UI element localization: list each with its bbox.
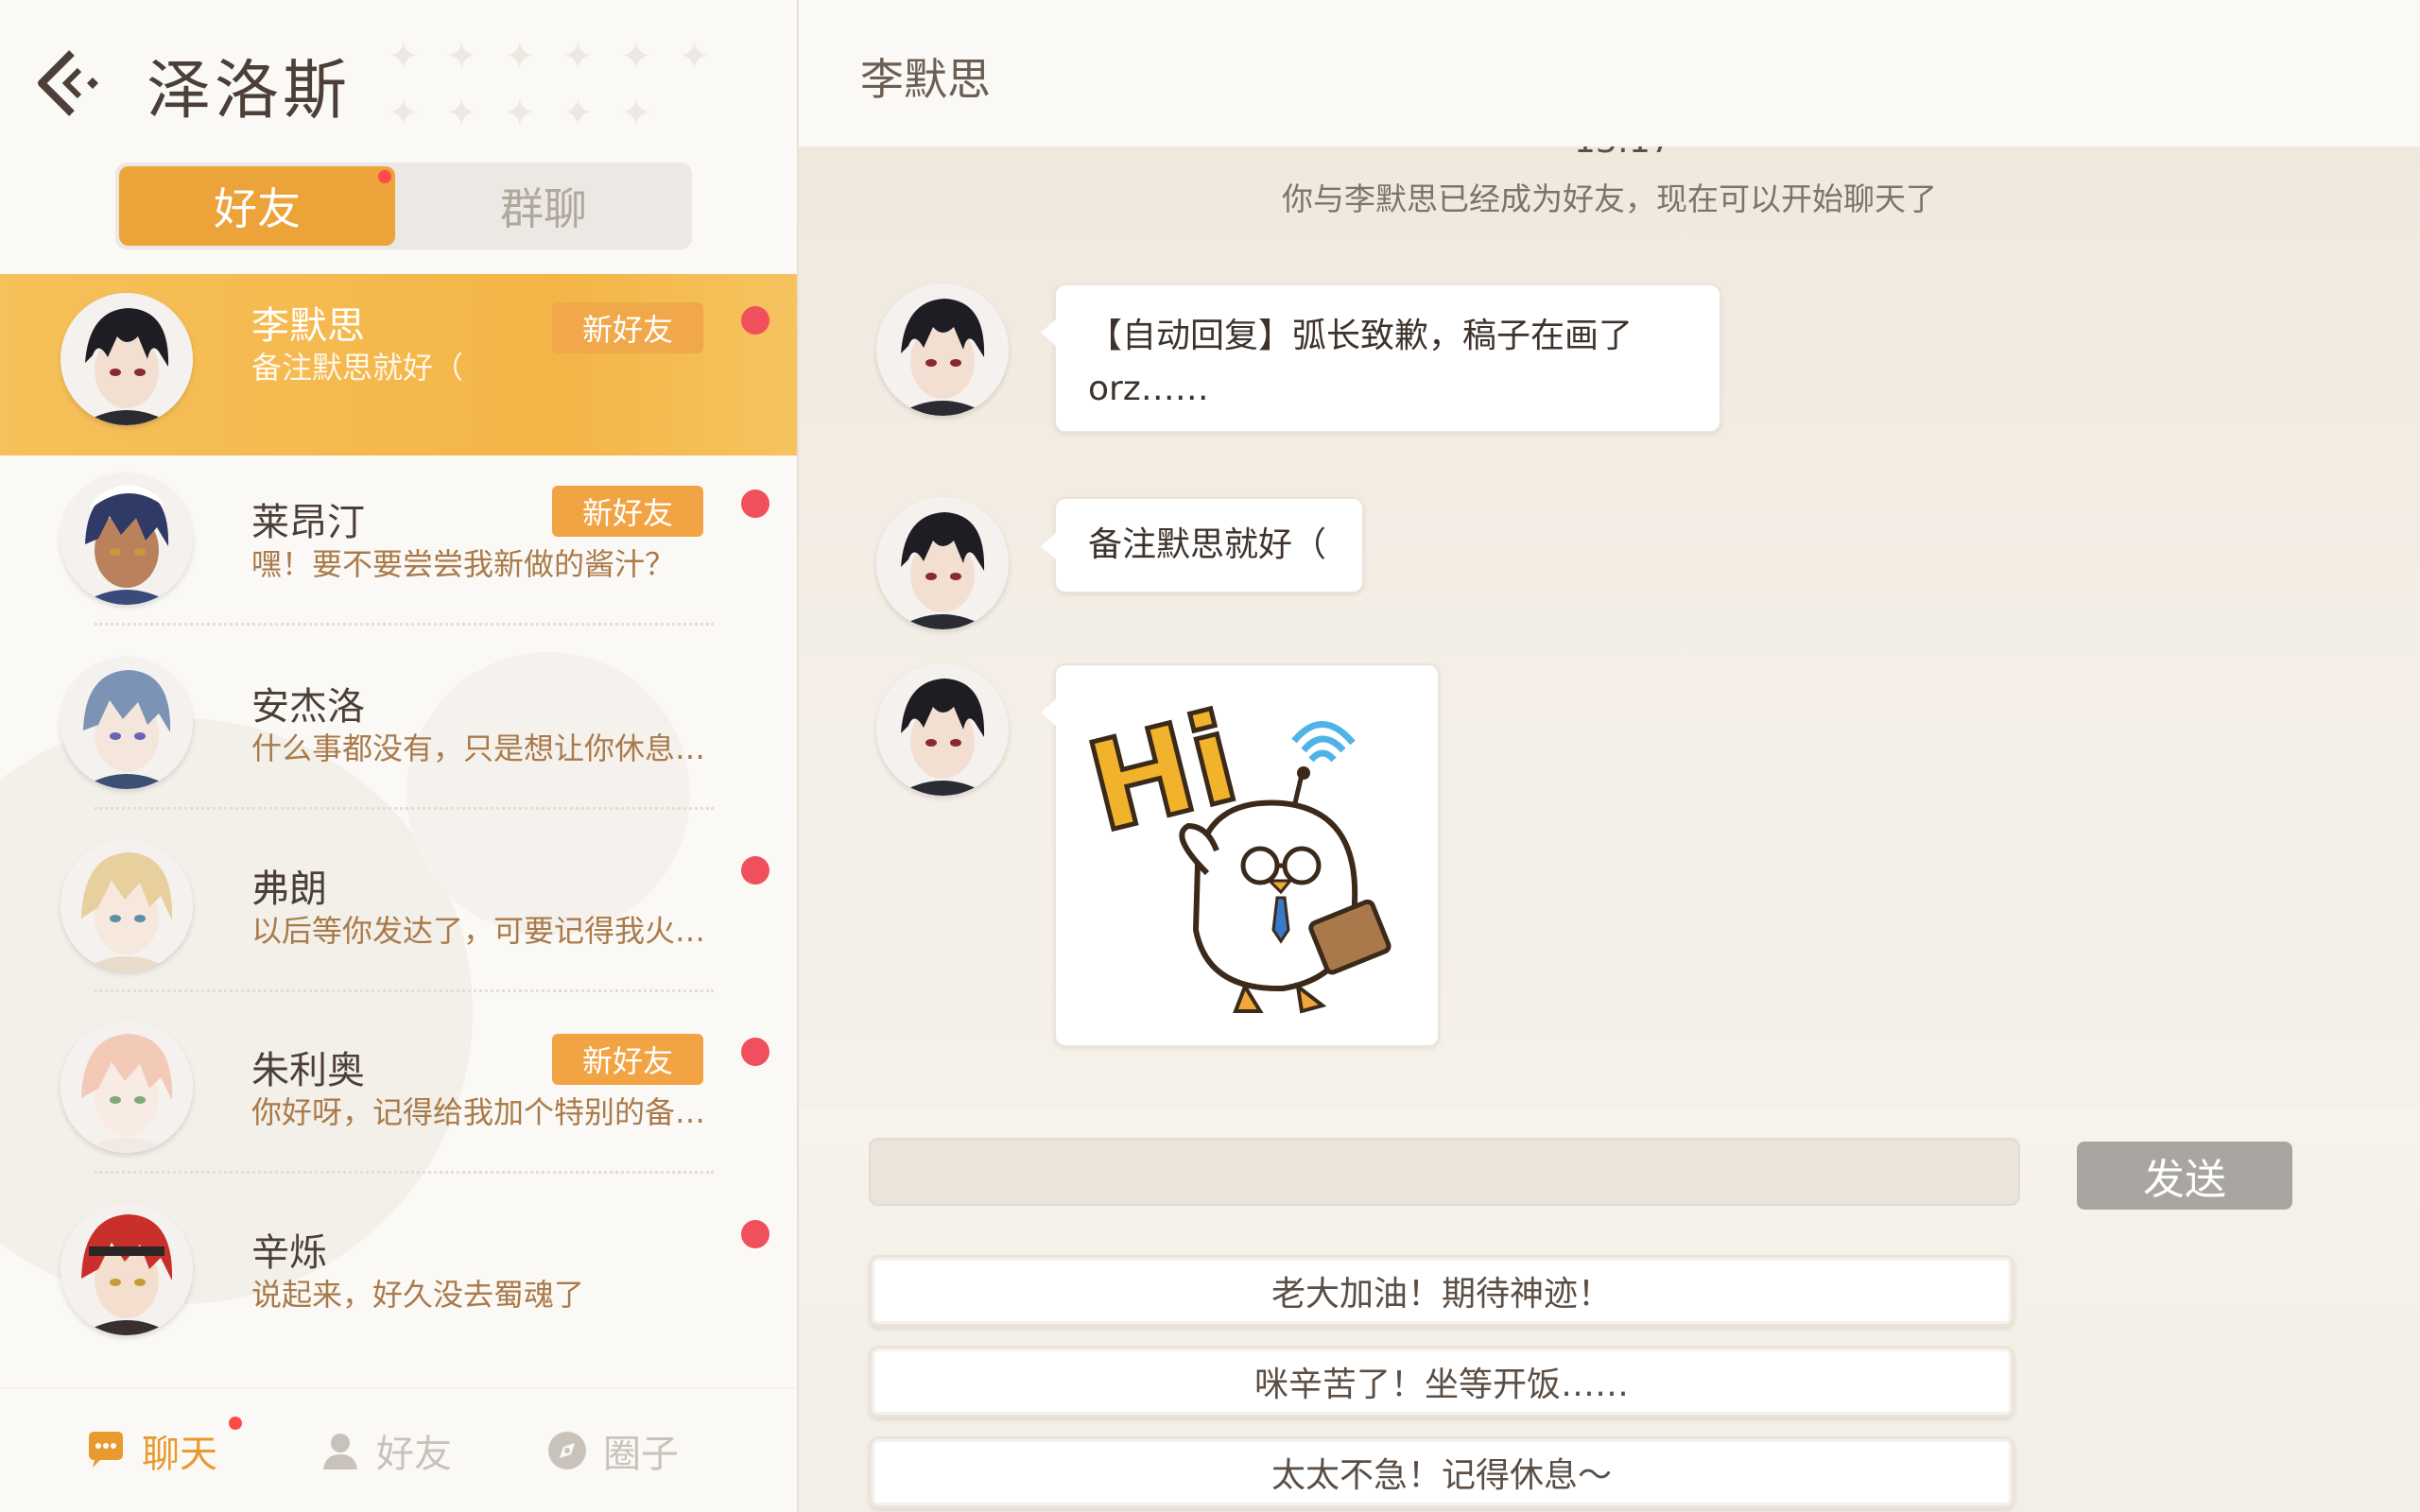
quick-reply-option[interactable]: 老大加油！期待神迹！ — [869, 1255, 2014, 1327]
message-bubble: 【自动回复】弧长致歉，稿子在画了 orz…… — [1041, 284, 1721, 433]
nav-chat-label: 聊天 — [142, 1433, 217, 1476]
notification-dot — [229, 1417, 242, 1430]
avatar[interactable] — [876, 284, 1009, 416]
contact-item[interactable]: 莱昂汀 嘿！要不要尝尝我新做的酱汁？ 新好友 — [0, 444, 797, 626]
nav-friends-label: 好友 — [376, 1433, 452, 1476]
notification-dot — [378, 170, 391, 183]
compose-area: 发送 老大加油！期待神迹！ 咪辛苦了！坐等开饭…… 太太不急！记得休息～ — [799, 1108, 2420, 1512]
unread-dot — [741, 490, 769, 518]
contact-name: 朱利奥 — [251, 1049, 365, 1092]
sticker-message[interactable]: Hi — [1041, 663, 1440, 1047]
tab-friends[interactable]: 好友 — [119, 166, 395, 246]
avatar — [60, 1203, 193, 1335]
contact-item[interactable]: 安杰洛 什么事都没有，只是想让你休息… — [0, 628, 797, 810]
contact-name: 安杰洛 — [251, 685, 365, 729]
nav-chat[interactable]: 聊天 — [83, 1417, 217, 1485]
compass-icon — [548, 1432, 586, 1469]
divider — [95, 807, 714, 810]
contact-last-message: 以后等你发达了，可要记得我火… — [251, 913, 705, 949]
contact-last-message: 说起来，好久没去蜀魂了 — [251, 1277, 585, 1313]
new-friend-badge: 新好友 — [552, 302, 703, 353]
contact-name: 弗朗 — [251, 868, 327, 911]
contact-item[interactable]: 辛烁 说起来，好久没去蜀魂了 — [0, 1175, 797, 1356]
contact-item[interactable]: 弗朗 以后等你发达了，可要记得我火… — [0, 811, 797, 992]
message-text: 【自动回复】弧长致歉，稿子在画了 — [1088, 317, 1634, 355]
avatar — [60, 472, 193, 605]
sidebar: 泽洛斯 ✦✦✦✦✦✦ ✦✦✦✦✦ 好友 群聊 李默思 备注默思就好（ 新好友 莱昂… — [0, 0, 799, 1512]
new-friend-badge: 新好友 — [552, 1034, 703, 1085]
message-text: orz…… — [1088, 369, 1209, 408]
avatar — [60, 657, 193, 789]
chat-title: 李默思 — [860, 54, 991, 105]
contact-item[interactable]: 朱利奥 你好呀，记得给我加个特别的备… 新好友 — [0, 992, 797, 1174]
contact-last-message: 嘿！要不要尝尝我新做的酱汁？ — [251, 546, 676, 582]
avatar — [60, 1021, 193, 1153]
nav-moments[interactable]: 圈子 — [544, 1417, 679, 1485]
divider — [95, 1171, 714, 1174]
new-friend-badge: 新好友 — [552, 486, 703, 537]
quick-reply-option[interactable]: 咪辛苦了！坐等开饭…… — [869, 1346, 2014, 1418]
message-bubble: 备注默思就好（ — [1041, 497, 1364, 593]
chat-panel: 13:17 李默思 你与李默思已经成为好友，现在可以开始聊天了 【自动回复】弧长… — [799, 0, 2420, 1512]
avatar — [60, 839, 193, 971]
nav-friends[interactable]: 好友 — [318, 1417, 452, 1485]
friends-groups-toggle: 好友 群聊 — [115, 163, 692, 249]
avatar[interactable] — [876, 497, 1009, 629]
quick-reply-option[interactable]: 太太不急！记得休息～ — [869, 1436, 2014, 1508]
bottom-nav: 聊天 好友 圈子 — [0, 1387, 797, 1512]
system-note: 你与李默思已经成为好友，现在可以开始聊天了 — [1282, 180, 1937, 217]
unread-dot — [741, 1038, 769, 1066]
contact-item[interactable]: 李默思 备注默思就好（ 新好友 — [0, 274, 797, 455]
hi-duck-sticker: Hi — [1073, 683, 1392, 1014]
person-icon — [323, 1434, 357, 1469]
app-title: 泽洛斯 — [147, 54, 352, 129]
unread-dot — [741, 306, 769, 335]
back-arrow-icon[interactable] — [34, 45, 100, 121]
contact-last-message: 什么事都没有，只是想让你休息… — [251, 730, 705, 766]
nav-moments-label: 圈子 — [603, 1433, 679, 1476]
tab-groups[interactable]: 群聊 — [399, 166, 688, 246]
contact-name: 李默思 — [251, 304, 365, 348]
unread-dot — [741, 856, 769, 885]
message-input[interactable] — [869, 1138, 2020, 1206]
avatar[interactable] — [876, 663, 1009, 796]
chat-header: 李默思 — [799, 0, 2420, 146]
send-button[interactable]: 发送 — [2077, 1142, 2292, 1210]
chat-bubble-icon — [89, 1432, 123, 1468]
unread-dot — [741, 1220, 769, 1248]
contact-last-message: 你好呀，记得给我加个特别的备… — [251, 1094, 705, 1130]
star-pattern-decoration: ✦✦✦✦✦✦ ✦✦✦✦✦ — [388, 35, 737, 135]
contact-name: 莱昂汀 — [251, 501, 365, 544]
message-text: 备注默思就好（ — [1088, 525, 1327, 564]
avatar — [60, 293, 193, 425]
contact-name: 辛烁 — [251, 1231, 327, 1275]
divider — [95, 623, 714, 626]
